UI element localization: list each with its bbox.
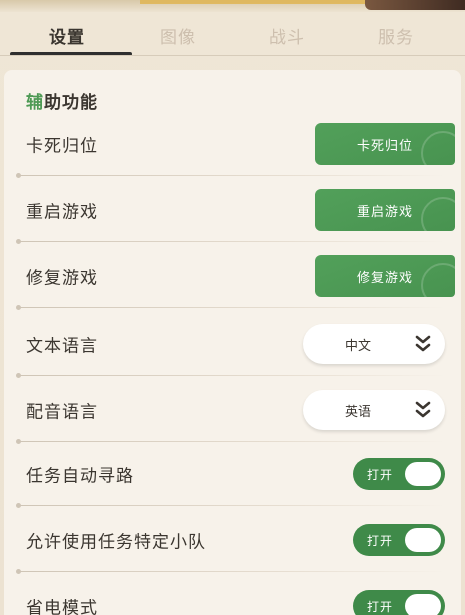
allow-quest-team-toggle[interactable]: 打开 (353, 524, 445, 556)
character-portrait-edge (365, 0, 465, 10)
toggle-knob (405, 528, 441, 552)
setting-label: 省电模式 (26, 598, 98, 615)
chevron-double-down-icon (415, 335, 431, 352)
tab-combat[interactable]: 战斗 (222, 12, 352, 58)
setting-row-quest-auto-path: 任务自动寻路 打开 (4, 442, 461, 508)
power-saving-toggle[interactable]: 打开 (353, 590, 445, 615)
setting-label: 卡死归位 (26, 136, 98, 157)
quest-auto-path-toggle[interactable]: 打开 (353, 458, 445, 490)
tab-graphics[interactable]: 图像 (134, 12, 222, 58)
voice-language-select[interactable]: 英语 (303, 390, 445, 430)
restart-game-button[interactable]: 重启游戏 (315, 189, 455, 231)
setting-row-voice-language: 配音语言 英语 (4, 378, 461, 444)
setting-label: 任务自动寻路 (26, 466, 134, 487)
setting-row-stuck-reset: 卡死归位 卡死归位 (4, 112, 461, 178)
toggle-state-label: 打开 (367, 533, 394, 548)
row-divider (16, 305, 446, 310)
toggle-knob (405, 594, 441, 615)
section-title-rest: 助功能 (44, 93, 98, 113)
settings-screen: 设置 图像 战斗 服务 辅助功能 卡死归位 卡死归位 重启游戏 重启游戏 修复游… (0, 0, 465, 615)
setting-row-power-saving: 省电模式 打开 (4, 574, 461, 615)
select-value: 英语 (344, 404, 371, 420)
section-title-accent: 辅 (26, 93, 44, 113)
setting-row-text-language: 文本语言 中文 (4, 312, 461, 378)
row-divider (16, 173, 446, 178)
row-divider (16, 503, 446, 508)
gold-trim (140, 0, 370, 4)
setting-row-repair-game: 修复游戏 修复游戏 (4, 244, 461, 310)
row-divider (16, 373, 446, 378)
setting-label: 允许使用任务特定小队 (26, 532, 206, 553)
text-language-select[interactable]: 中文 (303, 324, 445, 364)
setting-row-allow-quest-team: 允许使用任务特定小队 打开 (4, 508, 461, 574)
setting-label: 重启游戏 (26, 202, 98, 223)
select-value: 中文 (344, 338, 371, 354)
toggle-state-label: 打开 (367, 599, 394, 614)
toggle-state-label: 打开 (367, 467, 394, 482)
setting-label: 文本语言 (26, 336, 98, 357)
stuck-reset-button[interactable]: 卡死归位 (315, 123, 455, 165)
setting-label: 配音语言 (26, 402, 98, 423)
chevron-double-down-icon (415, 401, 431, 418)
row-divider (16, 569, 446, 574)
toggle-knob (405, 462, 441, 486)
row-divider (16, 239, 446, 244)
repair-game-button[interactable]: 修复游戏 (315, 255, 455, 297)
section-title: 辅助功能 (26, 88, 98, 113)
tab-services[interactable]: 服务 (352, 12, 440, 58)
tab-divider (0, 55, 465, 56)
setting-label: 修复游戏 (26, 268, 98, 289)
setting-row-restart-game: 重启游戏 重启游戏 (4, 178, 461, 244)
